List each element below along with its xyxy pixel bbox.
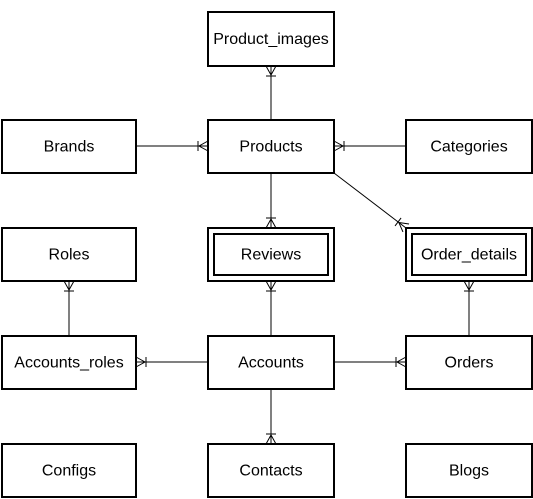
entity-label: Categories [430,139,507,156]
relationship-accounts-orders [334,356,407,368]
relationship-products-order_details [333,172,410,233]
entity-brands[interactable]: Brands [1,119,137,174]
entity-label: Roles [49,247,90,264]
entity-label: Brands [44,139,95,156]
entity-label: Blogs [449,463,489,480]
relationship-brands-products [136,140,209,152]
entity-contacts[interactable]: Contacts [207,443,335,498]
entity-label: Product_images [213,31,329,48]
entity-accounts-roles[interactable]: Accounts_roles [1,335,137,390]
relationship-accounts-reviews [265,280,277,336]
entity-accounts[interactable]: Accounts [207,335,335,390]
relationship-accounts_roles-roles [63,280,75,336]
entity-label: Configs [42,463,96,480]
entity-boxes: Product_images Brands Products Categories Ro… [1,11,533,498]
entity-orders[interactable]: Orders [405,335,533,390]
entity-blogs[interactable]: Blogs [405,443,533,498]
relationship-orders-order_details [463,280,475,336]
entity-roles[interactable]: Roles [1,227,137,282]
entity-order-details[interactable]: Order_details [405,227,533,282]
entity-configs[interactable]: Configs [1,443,137,498]
entity-label: Products [239,139,302,156]
relationship-products-product_images [265,65,277,120]
entity-label: Reviews [241,247,301,264]
relationship-products-reviews [265,173,277,229]
relationship-accounts-contacts [265,389,277,445]
er-diagram: Product_images Brands Products Categories Ro… [1,11,533,498]
entity-label: Accounts [238,355,304,372]
entity-reviews[interactable]: Reviews [207,227,335,282]
entity-categories[interactable]: Categories [405,119,533,174]
entity-label: Contacts [239,463,302,480]
entity-product-images[interactable]: Product_images [207,11,335,67]
relationship-line [333,172,407,229]
entity-label: Orders [445,355,494,372]
entity-products[interactable]: Products [207,119,335,174]
entity-label: Order_details [421,247,517,264]
entity-label: Accounts_roles [14,355,123,372]
relationship-accounts-accounts_roles [135,356,208,368]
relationship-categories-products [333,140,406,152]
